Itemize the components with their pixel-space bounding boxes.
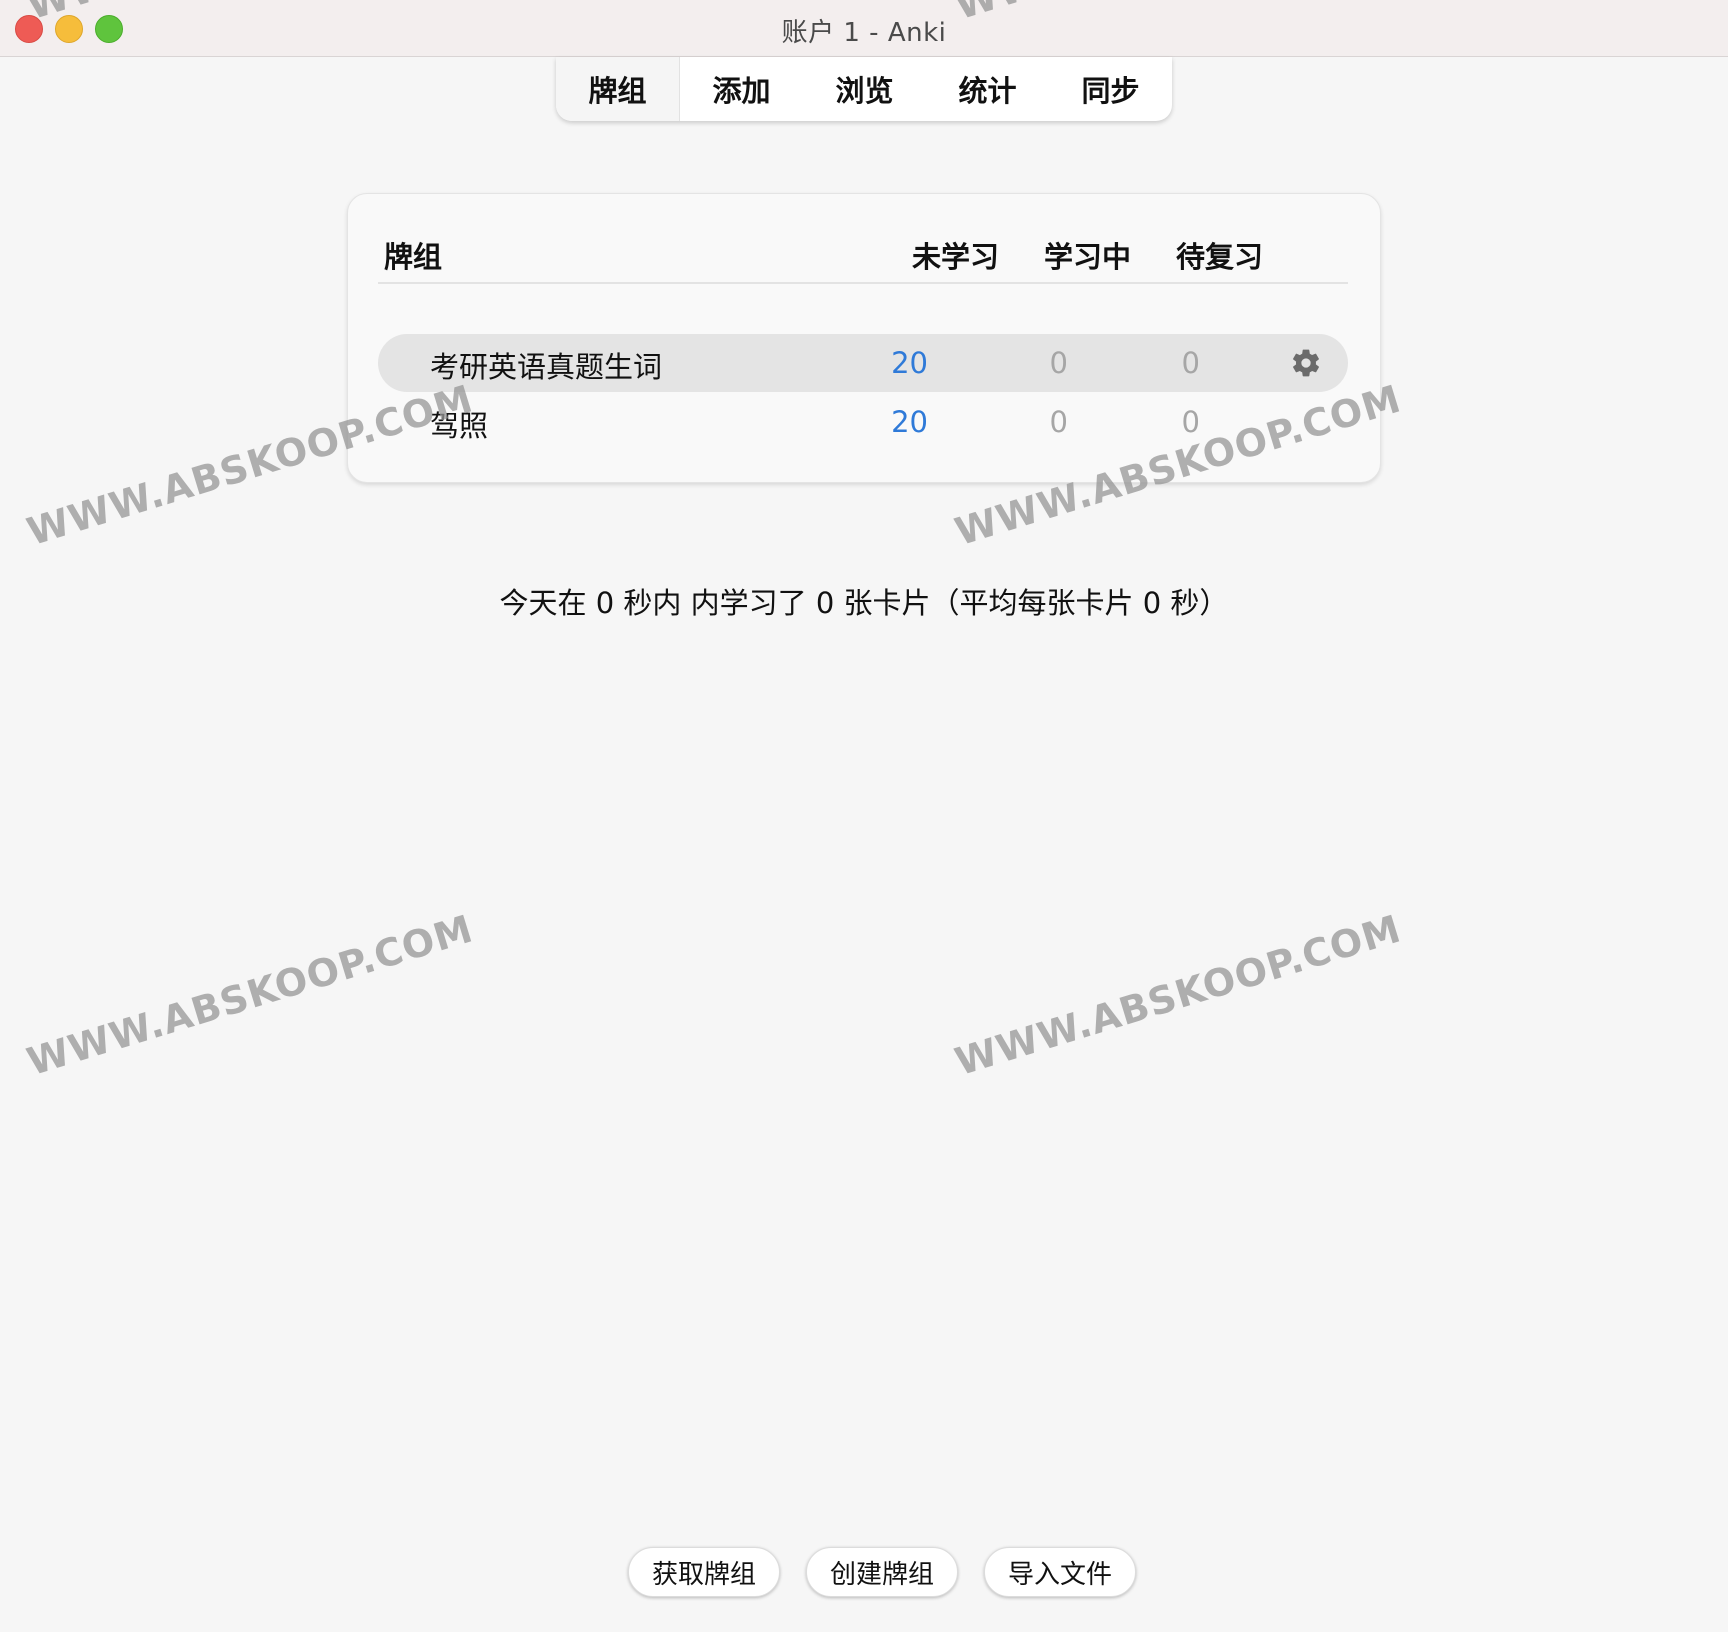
deck-list-panel: 牌组 未学习 学习中 待复习 考研英语真题生词 20 0 0 驾照 20 0 0: [347, 193, 1381, 483]
get-shared-decks-button[interactable]: 获取牌组: [628, 1547, 780, 1597]
anki-window: 账户 1 - Anki 牌组 添加 浏览 统计 同步 牌组 未学习 学习中 待复…: [0, 0, 1728, 1632]
deck-name[interactable]: 驾照: [430, 403, 488, 445]
study-summary: 今天在 0 秒内 内学习了 0 张卡片（平均每张卡片 0 秒）: [499, 586, 1229, 620]
header-review: 待复习: [1176, 240, 1264, 274]
header-new: 未学习: [912, 240, 1000, 274]
header-deck: 牌组: [384, 240, 443, 274]
tab-add[interactable]: 添加: [680, 57, 803, 121]
deck-row[interactable]: 驾照 20 0 0: [378, 393, 1348, 451]
review-count: 0: [1181, 405, 1200, 439]
main-toolbar: 牌组 添加 浏览 统计 同步: [556, 57, 1172, 121]
tab-sync[interactable]: 同步: [1049, 57, 1172, 121]
header-divider: [378, 282, 1348, 284]
header-learning: 学习中: [1044, 240, 1132, 274]
gear-icon[interactable]: [1290, 347, 1322, 379]
create-deck-button[interactable]: 创建牌组: [806, 1547, 958, 1597]
watermark: WWW.ABSKOOP.COM: [950, 906, 1407, 1085]
review-count: 0: [1181, 346, 1200, 380]
learning-count: 0: [1049, 346, 1068, 380]
tab-decks[interactable]: 牌组: [556, 57, 680, 121]
learning-count: 0: [1049, 405, 1068, 439]
import-file-button[interactable]: 导入文件: [984, 1547, 1136, 1597]
tab-stats[interactable]: 统计: [926, 57, 1049, 121]
new-count: 20: [891, 405, 928, 439]
deck-row[interactable]: 考研英语真题生词 20 0 0: [378, 334, 1348, 392]
watermark: WWW.ABSKOOP.COM: [22, 906, 479, 1085]
title-bar: 账户 1 - Anki: [0, 0, 1728, 57]
deck-name[interactable]: 考研英语真题生词: [430, 344, 662, 386]
tab-browse[interactable]: 浏览: [803, 57, 926, 121]
new-count: 20: [891, 346, 928, 380]
window-title: 账户 1 - Anki: [781, 18, 947, 48]
